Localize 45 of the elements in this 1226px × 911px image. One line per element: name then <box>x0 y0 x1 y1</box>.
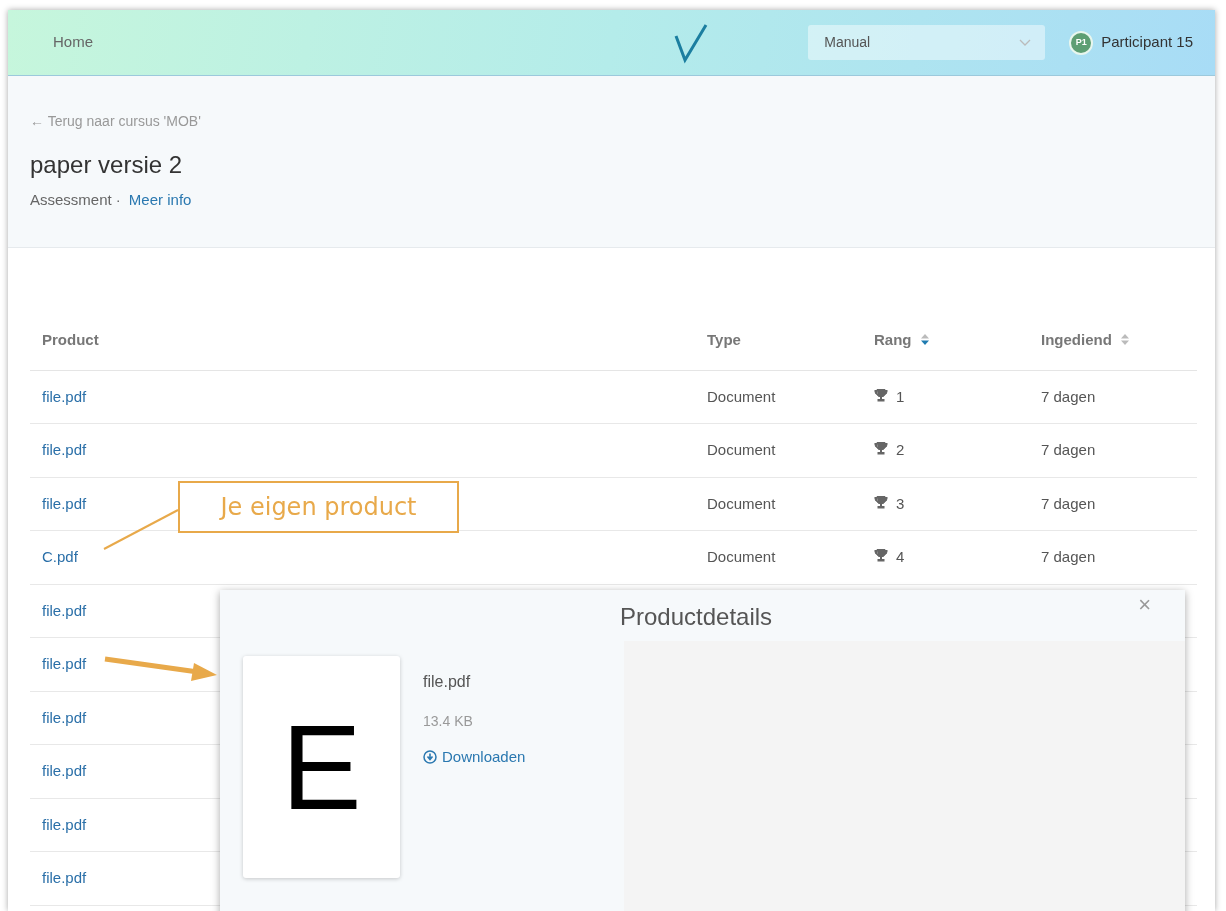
file-link[interactable]: file.pdf <box>42 815 87 833</box>
chevron-down-icon <box>1019 38 1032 47</box>
user-avatar[interactable]: P1 <box>1069 30 1094 55</box>
file-name: file.pdf <box>423 672 471 692</box>
rank-number: 1 <box>896 387 905 405</box>
submitted-time: 7 dagen <box>1041 494 1096 512</box>
rank-number: 4 <box>896 548 905 565</box>
type-text: Document <box>707 494 776 512</box>
page-title: paper versie 2 <box>30 150 184 180</box>
type-text: Document <box>707 441 776 458</box>
column-header: Type <box>695 310 862 370</box>
trophy-icon <box>874 388 888 402</box>
column-header: Product <box>30 310 695 370</box>
type-text: Document <box>707 387 776 405</box>
trophy-icon <box>874 495 888 509</box>
home-link[interactable]: Home <box>53 31 93 54</box>
download-icon <box>423 750 437 765</box>
rank-number: 2 <box>896 441 905 458</box>
assessment-label: Assessment · <box>30 190 121 211</box>
file-link[interactable]: file.pdf <box>42 494 87 512</box>
file-link[interactable]: file.pdf <box>42 387 87 405</box>
trophy-icon <box>874 442 888 455</box>
file-link[interactable]: file.pdf <box>42 762 87 779</box>
type-text: Document <box>707 548 776 565</box>
document-thumbnail[interactable]: E <box>243 656 400 878</box>
modal-title: Productdetails <box>620 602 773 632</box>
submitted-time: 7 dagen <box>1041 441 1096 458</box>
file-size: 13.4 KB <box>423 712 473 731</box>
column-header[interactable]: Rang <box>862 310 1029 370</box>
user-name[interactable]: Participant 15 <box>1101 31 1193 54</box>
submitted-time: 7 dagen <box>1041 548 1096 565</box>
submitted-time: 7 dagen <box>1041 387 1096 405</box>
file-link[interactable]: file.pdf <box>42 655 87 672</box>
manual-dropdown[interactable]: Manual <box>808 25 1046 60</box>
trophy-icon <box>874 549 888 562</box>
column-header[interactable]: Ingediend <box>1029 310 1197 370</box>
more-info-link[interactable]: Meer info <box>128 189 192 212</box>
rank-number: 3 <box>896 494 905 512</box>
callout-box: Je eigen product <box>178 481 459 533</box>
file-link[interactable]: file.pdf <box>42 869 87 886</box>
download-link[interactable]: Downloaden <box>423 746 526 769</box>
file-link[interactable]: C.pdf <box>42 548 78 565</box>
file-link[interactable]: file.pdf <box>42 601 87 619</box>
file-link[interactable]: file.pdf <box>42 708 87 726</box>
file-link[interactable]: file.pdf <box>42 441 87 458</box>
